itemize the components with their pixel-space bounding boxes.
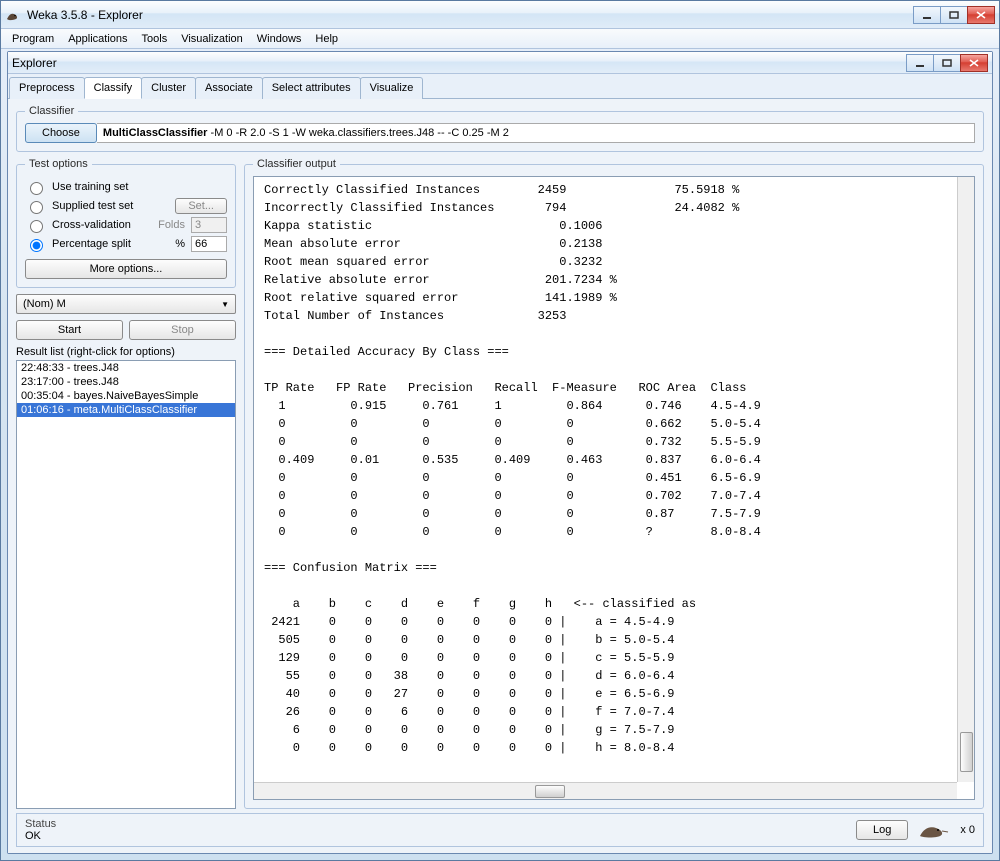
scrollbar-thumb[interactable] [960, 732, 973, 772]
outer-window-controls [914, 6, 995, 24]
inner-title: Explorer [12, 56, 907, 70]
explorer-window: Explorer PreprocessClassifyClusterAssoci… [7, 51, 993, 854]
app-icon [5, 7, 21, 23]
output-legend: Classifier output [253, 158, 340, 170]
maximize-button[interactable] [940, 6, 968, 24]
cv-label: Cross-validation [52, 219, 152, 231]
vertical-scrollbar[interactable] [957, 177, 974, 782]
menu-item-help[interactable]: Help [308, 31, 345, 47]
inner-minimize-button[interactable] [906, 54, 934, 72]
outer-titlebar[interactable]: Weka 3.5.8 - Explorer [1, 1, 999, 29]
supplied-test-radio[interactable] [30, 201, 43, 214]
output-text: Correctly Classified Instances 2459 75.5… [254, 177, 974, 761]
main-window: Weka 3.5.8 - Explorer ProgramApplication… [0, 0, 1000, 861]
menu-item-applications[interactable]: Applications [61, 31, 134, 47]
result-list-label: Result list (right-click for options) [16, 346, 236, 358]
inner-maximize-button[interactable] [933, 54, 961, 72]
content: Classifier Choose MultiClassClassifier -… [8, 99, 992, 853]
percent-symbol: % [175, 238, 185, 250]
horizontal-scrollbar[interactable] [254, 782, 957, 799]
menu-item-program[interactable]: Program [5, 31, 61, 47]
attribute-combo[interactable]: (Nom) M ▼ [16, 294, 236, 314]
tab-cluster[interactable]: Cluster [141, 77, 196, 99]
classifier-params: -M 0 -R 2.0 -S 1 -W weka.classifiers.tre… [207, 127, 508, 139]
test-options-group: Test options Use training set Supplied t… [16, 158, 236, 288]
training-set-label: Use training set [52, 181, 128, 193]
tabs: PreprocessClassifyClusterAssociateSelect… [8, 74, 992, 99]
inner-titlebar[interactable]: Explorer [8, 52, 992, 74]
log-button[interactable]: Log [856, 820, 908, 840]
status-value: OK [25, 830, 856, 842]
training-set-radio[interactable] [30, 182, 43, 195]
weka-bird-icon [916, 820, 952, 840]
minimize-button[interactable] [913, 6, 941, 24]
menubar: ProgramApplicationsToolsVisualizationWin… [1, 29, 999, 49]
menu-item-visualization[interactable]: Visualization [174, 31, 250, 47]
output-box[interactable]: Correctly Classified Instances 2459 75.5… [253, 176, 975, 800]
split-field[interactable] [191, 236, 227, 252]
scrollbar-thumb[interactable] [535, 785, 565, 798]
tab-select-attributes[interactable]: Select attributes [262, 77, 361, 99]
split-label: Percentage split [52, 238, 169, 250]
stop-button[interactable]: Stop [129, 320, 236, 340]
close-button[interactable] [967, 6, 995, 24]
tab-associate[interactable]: Associate [195, 77, 263, 99]
cv-radio[interactable] [30, 220, 43, 233]
status-label: Status [25, 818, 856, 830]
result-item[interactable]: 01:06:16 - meta.MultiClassClassifier [17, 403, 235, 417]
output-group: Classifier output Correctly Classified I… [244, 158, 984, 809]
result-list[interactable]: 22:48:33 - trees.J4823:17:00 - trees.J48… [16, 360, 236, 809]
menu-item-tools[interactable]: Tools [135, 31, 175, 47]
split-radio[interactable] [30, 239, 43, 252]
classifier-field[interactable]: MultiClassClassifier -M 0 -R 2.0 -S 1 -W… [97, 123, 975, 143]
result-item[interactable]: 22:48:33 - trees.J48 [17, 361, 235, 375]
result-item[interactable]: 23:17:00 - trees.J48 [17, 375, 235, 389]
inner-window-controls [907, 54, 988, 72]
classifier-name: MultiClassClassifier [103, 127, 208, 139]
tab-classify[interactable]: Classify [84, 77, 143, 99]
folds-field[interactable] [191, 217, 227, 233]
supplied-test-label: Supplied test set [52, 200, 169, 212]
menu-item-windows[interactable]: Windows [250, 31, 309, 47]
test-options-legend: Test options [25, 158, 92, 170]
tab-visualize[interactable]: Visualize [360, 77, 424, 99]
status-count: x 0 [960, 824, 975, 836]
chevron-down-icon: ▼ [221, 300, 229, 309]
more-options-button[interactable]: More options... [25, 259, 227, 279]
inner-close-button[interactable] [960, 54, 988, 72]
folds-label: Folds [158, 219, 185, 231]
status-bar: Status OK Log x 0 [16, 813, 984, 847]
attribute-combo-value: (Nom) M [23, 298, 66, 310]
window-title: Weka 3.5.8 - Explorer [27, 8, 914, 22]
result-item[interactable]: 00:35:04 - bayes.NaiveBayesSimple [17, 389, 235, 403]
tab-preprocess[interactable]: Preprocess [9, 77, 85, 99]
set-button[interactable]: Set... [175, 198, 227, 214]
start-button[interactable]: Start [16, 320, 123, 340]
classifier-group: Classifier Choose MultiClassClassifier -… [16, 105, 984, 152]
classifier-legend: Classifier [25, 105, 78, 117]
choose-button[interactable]: Choose [25, 123, 97, 143]
